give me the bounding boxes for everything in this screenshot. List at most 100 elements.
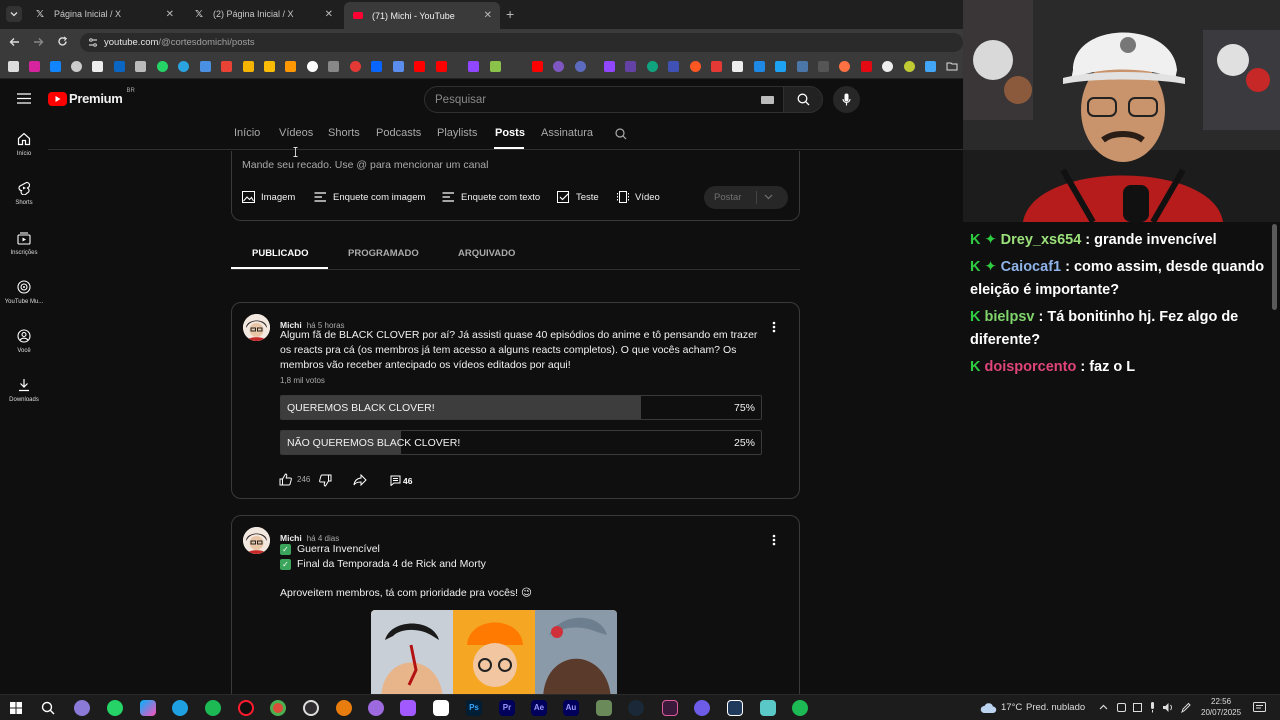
search-input[interactable]: Pesquisar [424,86,785,113]
bookmark-instagram-icon[interactable] [29,61,40,72]
menu-icon[interactable] [17,93,31,104]
microphone-tray-icon[interactable] [1149,702,1156,713]
taskbar-app-notion-icon[interactable] [433,700,449,716]
avatar[interactable] [243,314,270,341]
chat-username[interactable]: Drey_xs654 [1001,232,1082,248]
bookmark-purple-icon[interactable] [553,61,564,72]
bookmark-blue-icon[interactable] [668,61,679,72]
bookmark-p-icon[interactable] [575,61,586,72]
tab-podcasts[interactable]: Podcasts [376,127,421,139]
voice-search-button[interactable] [833,86,860,113]
tray-icon[interactable] [1117,703,1126,712]
bookmark-github-icon[interactable] [882,61,893,72]
video-tool-button[interactable]: Vídeo [617,191,660,203]
bookmark-analytics-icon[interactable] [285,61,296,72]
close-icon[interactable]: ✕ [325,9,333,20]
bookmark-linkedin-icon[interactable] [114,61,125,72]
keyboard-icon[interactable] [761,96,774,104]
tray-icon[interactable] [1133,703,1142,712]
taskbar-app-chrome-icon[interactable] [270,700,286,716]
bookmark-youtube2-icon[interactable] [436,61,447,72]
thumbs-down-icon[interactable] [319,474,332,487]
bookmark-x-icon[interactable] [8,61,19,72]
poll-option[interactable]: QUEREMOS BLACK CLOVER! 75% [280,395,762,420]
tab-home[interactable]: Início [234,127,260,139]
folder-icon[interactable] [946,61,958,71]
bookmark-twitch2-icon[interactable] [604,61,615,72]
bookmark-twitch-icon[interactable] [468,61,479,72]
bookmark-arrow-icon[interactable] [818,61,829,72]
bookmark-chatgpt-icon[interactable] [647,61,658,72]
sidebar-item-shorts[interactable]: Shorts [0,181,48,206]
bookmark-vk-icon[interactable] [797,61,808,72]
bookmark-netflix-icon[interactable] [861,61,872,72]
tab-membership[interactable]: Assinatura [541,127,593,139]
bookmark-whatsapp-icon[interactable] [157,61,168,72]
new-tab-button[interactable]: + [506,6,514,22]
bookmark-b-icon[interactable] [754,61,765,72]
bookmark-telegram-icon[interactable] [178,61,189,72]
windows-start-icon[interactable] [10,702,22,714]
volume-icon[interactable] [1162,702,1174,713]
bookmark-car-icon[interactable] [328,61,339,72]
taskbar-app-premiere-icon[interactable]: Pr [499,700,515,716]
bookmark-meta-icon[interactable] [371,61,382,72]
bookmark-meta2-icon[interactable] [393,61,404,72]
more-options-icon[interactable] [772,321,776,333]
bookmark-red2-icon[interactable] [711,61,722,72]
youtube-logo[interactable]: Premium BR [48,88,135,106]
taskbar-app-audition-icon[interactable]: Au [563,700,579,716]
composer-input[interactable]: Mande seu recado. Use @ para mencionar u… [242,159,488,171]
bookmark-orange-icon[interactable] [690,61,701,72]
taskbar-app-aftereffects-icon[interactable]: Ae [531,700,547,716]
taskbar-app-photoshop-icon[interactable]: Ps [466,700,482,716]
share-icon[interactable] [353,474,367,486]
sidebar-item-you[interactable]: Você [0,329,48,354]
image-poll-tool-button[interactable]: Enquete com imagem [314,191,425,203]
tab-search-button[interactable] [6,6,22,22]
search-button[interactable] [783,86,823,113]
filter-tab-scheduled[interactable]: PROGRAMADO [348,248,419,259]
pen-icon[interactable] [1181,702,1191,713]
taskbar-app-spotify2-icon[interactable] [792,700,808,716]
taskbar-app-v-icon[interactable] [662,700,678,716]
taskbar-app-spotify-icon[interactable] [205,700,221,716]
tab-videos[interactable]: Vídeos [279,127,313,139]
comments-button[interactable]: 46 [390,475,412,486]
notifications-icon[interactable] [1253,702,1266,713]
reload-icon[interactable] [57,36,68,47]
taskbar-app-circle-icon[interactable] [694,700,710,716]
bookmark-red-icon[interactable] [350,61,361,72]
more-options-icon[interactable] [772,534,776,546]
taskbar-app-colorful-icon[interactable] [140,700,156,716]
bookmark-youtube3-icon[interactable] [532,61,543,72]
chevron-down-icon[interactable] [764,194,773,200]
bookmark-tiktok-icon[interactable] [92,61,103,72]
image-tool-button[interactable]: Imagem [242,191,295,203]
sidebar-item-downloads[interactable]: Downloads [0,378,48,403]
bookmark-a-icon[interactable] [135,61,146,72]
taskbar-app-files-icon[interactable] [760,700,776,716]
clock-time[interactable]: 22:56 [1211,697,1231,706]
bookmark-mail-icon[interactable] [200,61,211,72]
back-arrow-icon[interactable] [9,37,20,47]
bookmark-edit-icon[interactable] [925,61,936,72]
taskbar-app-opera-icon[interactable] [238,700,254,716]
chat-scrollbar[interactable] [1272,224,1277,310]
taskbar-app-obs-icon[interactable] [303,700,319,716]
taskbar-app-blender-icon[interactable] [336,700,352,716]
sidebar-item-subscriptions[interactable]: Inscrições [0,231,48,256]
bookmark-threads-icon[interactable] [71,61,82,72]
sidebar-item-home[interactable]: Início [0,132,48,157]
chat-username[interactable]: bielpsv [984,309,1034,325]
taskbar-app-purple-icon[interactable] [368,700,384,716]
clock-date[interactable]: 20/07/2025 [1201,708,1241,717]
tab-playlists[interactable]: Playlists [437,127,477,139]
bookmark-youtube-icon[interactable] [414,61,425,72]
bookmark-chart-icon[interactable] [264,61,275,72]
url-bar[interactable]: youtube.com/@cortesdomichi/posts [80,33,963,52]
taskbar-app-figma-icon[interactable] [400,700,416,716]
chevron-up-icon[interactable] [1099,704,1108,710]
taskbar-search-icon[interactable] [41,701,55,715]
quiz-tool-button[interactable]: Teste [557,191,599,203]
